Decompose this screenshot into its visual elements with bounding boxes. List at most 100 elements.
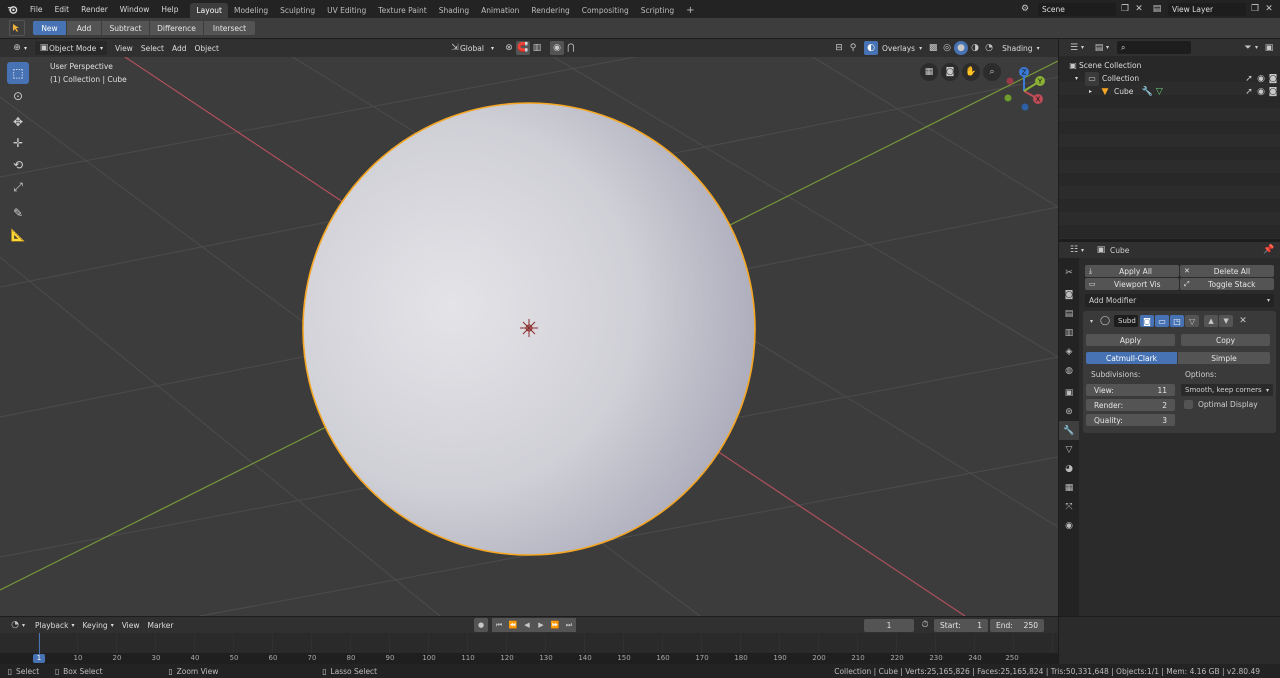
physics-tab-icon[interactable]: ⤧ [1059, 497, 1079, 516]
render-camera-icon[interactable]: ◙ [1267, 85, 1279, 99]
axis-gizmo[interactable]: Z X Y [998, 63, 1054, 119]
falloff-icon[interactable]: ⋂ [564, 41, 578, 55]
mesh-data-tab-icon[interactable]: ▽ [1059, 440, 1079, 459]
solid-shading-icon[interactable]: ● [954, 41, 969, 55]
menu-add[interactable]: Add [168, 41, 191, 55]
material-tab-icon[interactable]: ◕ [1059, 459, 1079, 478]
viewport-toggle-icon[interactable]: ▭ [1155, 315, 1170, 327]
scene-name-field[interactable]: Scene [1038, 2, 1116, 16]
menu-view[interactable]: View [111, 41, 137, 55]
menu-keying[interactable]: Keying ▾ [79, 618, 118, 632]
active-tool-icon[interactable] [9, 20, 25, 36]
object-tab-icon[interactable]: ▣ [1059, 383, 1079, 402]
mode-new-button[interactable]: New [33, 21, 66, 35]
transform-move-icon[interactable]: ✛ [7, 132, 29, 154]
menu-timeline-view[interactable]: View [118, 618, 144, 632]
mode-subtract-button[interactable]: Subtract [102, 21, 149, 35]
visibility-eye-icon[interactable]: ◉ [1255, 72, 1267, 86]
simple-button[interactable]: Simple [1178, 352, 1270, 364]
move-down-icon[interactable]: ▼ [1219, 315, 1234, 327]
play-reverse-icon[interactable]: ◀ [520, 618, 534, 632]
selectable-arrow-icon[interactable]: ➚ [1243, 85, 1255, 99]
hand-pan-icon[interactable]: ✋ [962, 63, 980, 81]
tab-texture-paint[interactable]: Texture Paint [372, 3, 432, 18]
cube-object-row[interactable]: ▸ ▼ Cube 🔧 ▽ ➚ ◉ ◙ [1089, 85, 1279, 98]
optimal-display-checkbox[interactable] [1184, 400, 1193, 409]
jump-end-icon[interactable]: ⏭ [562, 618, 576, 632]
properties-editor-icon[interactable]: ☷ [1067, 243, 1081, 257]
prev-keyframe-icon[interactable]: ⏪ [506, 618, 520, 632]
current-frame-field[interactable]: 1 [864, 618, 914, 632]
menu-object[interactable]: Object [191, 41, 223, 55]
view-levels-field[interactable]: View: 11 [1086, 384, 1175, 396]
apply-button[interactable]: Apply [1086, 334, 1175, 346]
catmull-clark-button[interactable]: Catmull-Clark [1086, 352, 1177, 364]
menu-help[interactable]: Help [155, 0, 184, 18]
add-modifier-dropdown[interactable]: Add Modifier ▾ [1085, 294, 1274, 307]
mode-intersect-button[interactable]: Intersect [204, 21, 255, 35]
tool-tab-icon[interactable]: ✂ [1059, 263, 1079, 282]
move-tool-icon[interactable]: ✥ [7, 111, 29, 133]
editmode-toggle-icon[interactable]: ◳ [1170, 315, 1185, 327]
wireframe-shading-icon[interactable]: ◎ [940, 41, 954, 55]
mode-difference-button[interactable]: Difference [150, 21, 203, 35]
tab-uv-editing[interactable]: UV Editing [321, 3, 372, 18]
filter-icon[interactable]: ⏷ [1241, 41, 1255, 55]
delete-view-layer-icon[interactable]: ✕ [1262, 2, 1276, 16]
tab-shading[interactable]: Shading [433, 3, 475, 18]
pivot-icon[interactable]: ⊗ [502, 41, 516, 55]
object-data-tab-icon[interactable]: ◉ [1059, 516, 1079, 535]
camera-icon[interactable]: ◙ [941, 63, 959, 81]
mesh-data-icon[interactable]: ▽ [1153, 85, 1165, 99]
new-collection-icon[interactable]: ▣ [1262, 41, 1276, 55]
object-visibility-icon[interactable]: ⊟ [832, 41, 846, 55]
menu-select[interactable]: Select [137, 41, 168, 55]
view-layer-icon[interactable]: ▤ [1150, 2, 1164, 16]
modifiers-wrench-tab-icon[interactable]: 🔧 [1059, 421, 1079, 440]
new-view-layer-icon[interactable]: ❐ [1248, 2, 1262, 16]
record-icon[interactable]: ● [474, 618, 488, 632]
delete-all-button[interactable]: ✕ Delete All [1180, 265, 1274, 277]
snap-target-icon[interactable]: ▥ [530, 41, 544, 55]
copy-button[interactable]: Copy [1181, 334, 1270, 346]
tab-scripting[interactable]: Scripting [635, 3, 680, 18]
pin-icon[interactable]: 📌 [1262, 243, 1276, 257]
world-tab-icon[interactable]: ◍ [1059, 361, 1079, 380]
snap-icon[interactable]: 🧲 [516, 41, 530, 55]
toggle-camera-view-icon[interactable]: ▦ [920, 63, 938, 81]
playhead-line[interactable] [39, 633, 40, 655]
menu-playback[interactable]: Playback ▾ [31, 618, 78, 632]
render-tab-icon[interactable]: ◙ [1059, 285, 1079, 304]
end-frame-field[interactable]: End: 250 [990, 618, 1044, 632]
tab-modeling[interactable]: Modeling [228, 3, 274, 18]
add-workspace-button[interactable]: + [680, 3, 700, 18]
view-layer-field[interactable]: View Layer [1168, 2, 1246, 16]
orientation-dropdown[interactable]: ⇲ Global ▾ [446, 41, 498, 55]
cursor-tool-icon[interactable]: ⊙ [7, 85, 29, 107]
menu-marker[interactable]: Marker [144, 618, 178, 632]
annotate-tool-icon[interactable]: ✎ [7, 202, 29, 224]
collapse-arrow-icon[interactable]: ▾ [1090, 318, 1093, 325]
3d-viewport[interactable]: User Perspective (1) Collection | Cube ▦… [0, 57, 1058, 616]
blender-logo-icon[interactable] [4, 2, 20, 16]
output-tab-icon[interactable]: ▤ [1059, 304, 1079, 323]
rendered-shading-icon[interactable]: ◔ [982, 41, 996, 55]
scene-tab-icon[interactable]: ◈ [1059, 342, 1079, 361]
menu-render[interactable]: Render [75, 0, 114, 18]
modifier-name-field[interactable]: Subd [1114, 315, 1139, 327]
gizmo-toggle-icon[interactable]: ⚲ [846, 41, 860, 55]
quality-field[interactable]: Quality: 3 [1086, 414, 1175, 426]
mode-add-button[interactable]: Add [67, 21, 101, 35]
outliner-editor-icon[interactable]: ☰ [1067, 41, 1081, 55]
view-layer-tab-icon[interactable]: ▥ [1059, 323, 1079, 342]
overlays-icon[interactable]: ◐ [864, 41, 878, 55]
selectable-arrow-icon[interactable]: ➚ [1243, 72, 1255, 86]
editor-type-button[interactable]: ⊕ ▾ [6, 41, 31, 55]
timeline-area[interactable]: 1 10 20 30 40 50 60 70 80 90 100 110 120… [0, 633, 1058, 664]
tab-compositing[interactable]: Compositing [576, 3, 635, 18]
xray-icon[interactable]: ▩ [926, 41, 940, 55]
uv-smooth-dropdown[interactable]: Smooth, keep corners ▾ [1181, 384, 1273, 396]
new-scene-icon[interactable]: ❐ [1118, 2, 1132, 16]
jump-start-icon[interactable]: ⏮ [492, 618, 506, 632]
scale-tool-icon[interactable]: ⤢ [7, 176, 29, 198]
